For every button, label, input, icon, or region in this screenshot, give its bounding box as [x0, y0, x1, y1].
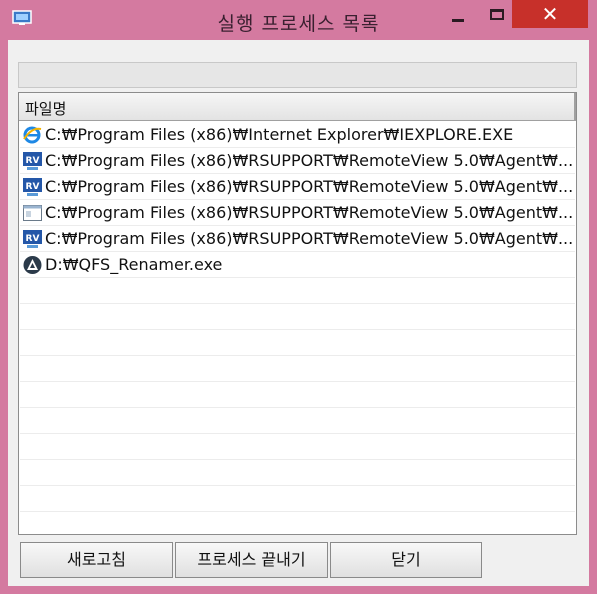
process-path: C:₩Program Files (x86)₩RSUPPORT₩RemoteVi…: [45, 151, 574, 170]
remoteview-icon: RV: [23, 178, 42, 196]
process-path: C:₩Program Files (x86)₩RSUPPORT₩RemoteVi…: [45, 177, 574, 196]
maximize-button[interactable]: [482, 4, 512, 28]
minimize-icon: [452, 19, 464, 22]
empty-list-row: [20, 382, 575, 408]
close-window-button[interactable]: ✕: [512, 0, 588, 28]
process-list[interactable]: 파일명 C:₩Program Files (x86)₩Internet Expl…: [18, 92, 577, 535]
empty-list-row: [20, 460, 575, 486]
column-header-label: 파일명: [25, 100, 67, 118]
empty-list-row: [20, 408, 575, 434]
application-window-icon: [23, 205, 42, 221]
end-process-button[interactable]: 프로세스 끝내기: [175, 542, 328, 578]
process-path: C:₩Program Files (x86)₩Internet Explorer…: [45, 125, 514, 144]
status-box: [18, 62, 577, 88]
empty-list-row: [20, 512, 575, 534]
maximize-icon: [490, 9, 504, 20]
process-path: D:₩QFS_Renamer.exe: [45, 255, 223, 274]
process-path: C:₩Program Files (x86)₩RSUPPORT₩RemoteVi…: [45, 229, 574, 248]
remoteview-icon: RV: [23, 152, 42, 170]
empty-list-row: [20, 486, 575, 512]
svg-text:RV: RV: [26, 156, 40, 166]
process-row[interactable]: D:₩QFS_Renamer.exe: [20, 252, 575, 278]
minimize-button[interactable]: [444, 4, 474, 28]
refresh-button[interactable]: 새로고침: [20, 542, 173, 578]
process-path: C:₩Program Files (x86)₩RSUPPORT₩RemoteVi…: [45, 203, 574, 222]
process-row[interactable]: RV C:₩Program Files (x86)₩RSUPPORT₩Remot…: [20, 174, 575, 200]
process-row[interactable]: RV C:₩Program Files (x86)₩RSUPPORT₩Remot…: [20, 226, 575, 252]
title-bar[interactable]: 실행 프로세스 목록 ✕: [0, 0, 597, 40]
empty-list-row: [20, 278, 575, 304]
process-row[interactable]: C:₩Program Files (x86)₩RSUPPORT₩RemoteVi…: [20, 200, 575, 226]
process-row[interactable]: C:₩Program Files (x86)₩Internet Explorer…: [20, 122, 575, 148]
internet-explorer-icon: [23, 126, 42, 144]
column-header-filename[interactable]: 파일명: [19, 93, 576, 121]
empty-list-row: [20, 356, 575, 382]
empty-list-row: [20, 434, 575, 460]
close-icon: ✕: [541, 2, 559, 26]
svg-text:RV: RV: [26, 234, 40, 244]
close-button[interactable]: 닫기: [330, 542, 482, 578]
svg-text:RV: RV: [26, 182, 40, 192]
process-row[interactable]: RV C:₩Program Files (x86)₩RSUPPORT₩Remot…: [20, 148, 575, 174]
empty-list-row: [20, 304, 575, 330]
empty-list-row: [20, 330, 575, 356]
qfs-renamer-icon: [23, 256, 42, 274]
remoteview-icon: RV: [23, 230, 42, 248]
dialog-client-area: 파일명 C:₩Program Files (x86)₩Internet Expl…: [8, 40, 589, 586]
